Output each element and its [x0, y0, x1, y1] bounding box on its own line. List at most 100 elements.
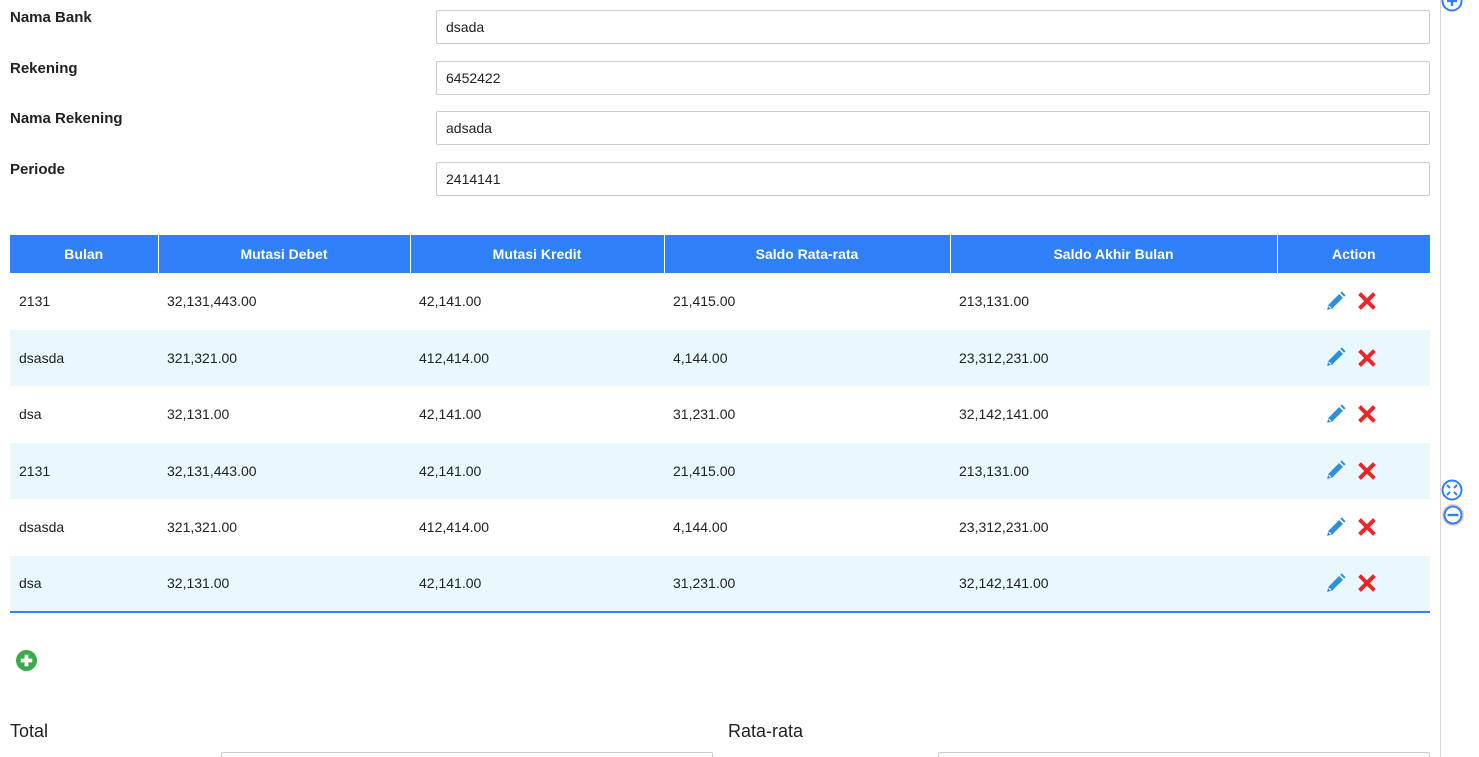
cross-icon: [1358, 461, 1376, 480]
cell-mutasi-debet: 32,131,443.00: [167, 293, 257, 310]
delete-row-button[interactable]: [1358, 348, 1376, 367]
cell-mutasi-kredit: 42,141.00: [419, 406, 482, 423]
cell-action: [1277, 273, 1430, 330]
page: Nama Bank Rekening Nama Rekening Periode…: [0, 0, 1479, 757]
cell-bulan: 2131: [19, 293, 51, 310]
cell-action: [1277, 555, 1430, 613]
side-fullscreen-button[interactable]: [1441, 479, 1463, 506]
header-mutasi-kredit[interactable]: Mutasi Kredit: [410, 235, 665, 273]
table-row: 2131 32,131,443.00 42,141.00 21,415.00 213,1…: [10, 442, 1430, 499]
edit-row-button[interactable]: [1325, 404, 1346, 425]
pencil-icon: [1327, 573, 1346, 592]
cross-icon: [1358, 574, 1376, 593]
pencil-icon: [1327, 404, 1346, 423]
form-row-rekening: Rekening: [10, 58, 1430, 95]
delete-row-button[interactable]: [1358, 574, 1376, 593]
header-saldo-akhir-bulan[interactable]: Saldo Akhir Bulan: [950, 235, 1278, 273]
total-label: Total: [10, 721, 49, 741]
cell-action: [1277, 499, 1430, 556]
cell-saldo-akhir-bulan: 23,312,231.00: [959, 519, 1049, 536]
nama-rekening-label: Nama Rekening: [10, 110, 123, 127]
side-divider: [1440, 0, 1441, 757]
rekening-label: Rekening: [10, 60, 78, 77]
edit-row-button[interactable]: [1325, 573, 1346, 594]
pencil-icon: [1327, 517, 1346, 536]
pencil-icon: [1327, 347, 1346, 367]
fullscreen-icon: [1441, 479, 1463, 501]
delete-row-button[interactable]: [1358, 518, 1376, 537]
header-saldo-rata-rata[interactable]: Saldo Rata-rata: [664, 235, 951, 273]
delete-row-button[interactable]: [1358, 292, 1376, 311]
cell-action: [1277, 442, 1430, 499]
mutasi-table: Bulan Mutasi Debet Mutasi Kredit Saldo R…: [10, 235, 1430, 613]
cell-bulan: dsa: [10, 555, 158, 613]
plus-circle-icon: [16, 650, 37, 671]
cell-saldo-akhir-bulan: 32,142,141.00: [959, 406, 1049, 423]
delete-row-button[interactable]: [1358, 405, 1376, 424]
header-action: Action: [1277, 235, 1430, 273]
header-bulan[interactable]: Bulan: [10, 235, 159, 273]
cell-mutasi-debet: 32,131,443.00: [158, 442, 410, 499]
cell-mutasi-kredit: 412,414.00: [419, 519, 490, 536]
cell-saldo-rata-rata: 31,231.00: [673, 406, 736, 423]
side-add-button[interactable]: [1441, 0, 1463, 17]
cell-saldo-akhir-bulan: 213,131.00: [959, 293, 1030, 310]
cell-bulan: 2131: [10, 442, 158, 499]
nama-bank-label: Nama Bank: [10, 9, 92, 26]
cell-mutasi-kredit: 42,141.00: [419, 293, 482, 310]
nama-rekening-input[interactable]: [436, 111, 1430, 145]
plus-circle-icon: [1441, 0, 1463, 12]
side-remove-button[interactable]: [1441, 503, 1465, 532]
table-header-row: Bulan Mutasi Debet Mutasi Kredit Saldo R…: [10, 235, 1430, 273]
cell-action: [1277, 329, 1430, 386]
cell-saldo-akhir-bulan: 23,312,231.00: [950, 329, 1277, 386]
pencil-icon: [1327, 291, 1346, 310]
delete-row-button[interactable]: [1358, 461, 1376, 480]
table-row: dsasda 321,321.00 412,414.00 4,144.00 23,312…: [10, 499, 1430, 556]
cross-icon: [1358, 405, 1376, 424]
cell-saldo-akhir-bulan: 32,142,141.00: [950, 555, 1277, 613]
edit-row-button[interactable]: [1325, 460, 1346, 481]
cell-action: [1277, 386, 1430, 443]
rata-rata-label: Rata-rata: [728, 721, 804, 741]
cell-saldo-rata-rata: 21,415.00: [664, 442, 950, 499]
header-mutasi-debet[interactable]: Mutasi Debet: [158, 235, 411, 273]
minus-circle-icon: [1442, 504, 1464, 526]
form-row-periode: Periode: [10, 159, 1430, 196]
cell-mutasi-debet: 321,321.00: [167, 519, 238, 536]
form-row-nama-rekening: Nama Rekening: [10, 108, 1430, 145]
rekening-input[interactable]: [436, 61, 1430, 95]
cell-bulan: dsa: [19, 406, 42, 423]
nama-bank-input[interactable]: [436, 10, 1430, 44]
cell-mutasi-debet: 32,131.00: [158, 555, 410, 613]
cell-saldo-rata-rata: 4,144.00: [673, 519, 728, 536]
periode-label: Periode: [10, 161, 66, 178]
cell-saldo-rata-rata: 4,144.00: [664, 329, 950, 386]
cell-saldo-rata-rata: 21,415.00: [673, 293, 736, 310]
cell-mutasi-kredit: 412,414.00: [410, 329, 664, 386]
table-row: dsa 32,131.00 42,141.00 31,231.00 32,142,141…: [10, 386, 1430, 443]
edit-row-button[interactable]: [1325, 347, 1346, 368]
cell-mutasi-debet: 32,131.00: [167, 406, 230, 423]
cell-saldo-akhir-bulan: 213,131.00: [950, 442, 1277, 499]
cell-mutasi-kredit: 42,141.00: [410, 442, 664, 499]
cell-bulan: dsasda: [10, 329, 158, 386]
edit-row-button[interactable]: [1325, 517, 1346, 538]
rata-rata-input[interactable]: [938, 752, 1430, 757]
total-input[interactable]: [221, 752, 713, 757]
cell-mutasi-debet: 321,321.00: [158, 329, 410, 386]
cross-icon: [1358, 292, 1376, 311]
cell-saldo-rata-rata: 31,231.00: [664, 555, 950, 613]
pencil-icon: [1327, 460, 1346, 480]
cell-bulan: dsasda: [19, 519, 65, 536]
edit-row-button[interactable]: [1325, 291, 1346, 312]
periode-input[interactable]: [436, 162, 1430, 196]
cross-icon: [1358, 348, 1376, 367]
table-row: dsa 32,131.00 42,141.00 31,231.00 32,142,141…: [10, 555, 1430, 613]
form-row-nama-bank: Nama Bank: [10, 7, 1430, 44]
cross-icon: [1358, 518, 1376, 537]
cell-mutasi-kredit: 42,141.00: [410, 555, 664, 613]
table-row: 2131 32,131,443.00 42,141.00 21,415.00 213,1…: [10, 273, 1430, 330]
add-row-button[interactable]: [16, 650, 37, 676]
table-row: dsasda 321,321.00 412,414.00 4,144.00 23,312…: [10, 329, 1430, 386]
